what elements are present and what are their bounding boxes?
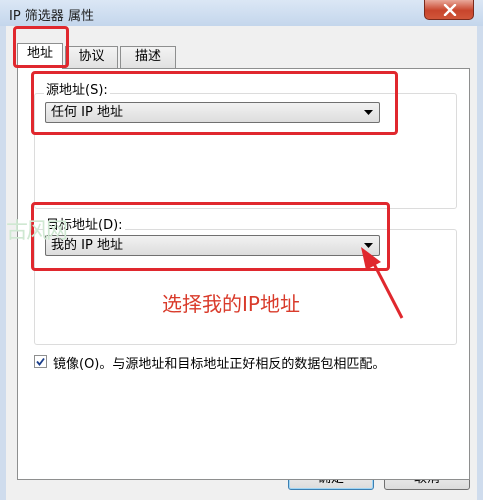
annotation-arrow xyxy=(361,247,404,319)
watermark: 古风网 xyxy=(6,219,68,244)
